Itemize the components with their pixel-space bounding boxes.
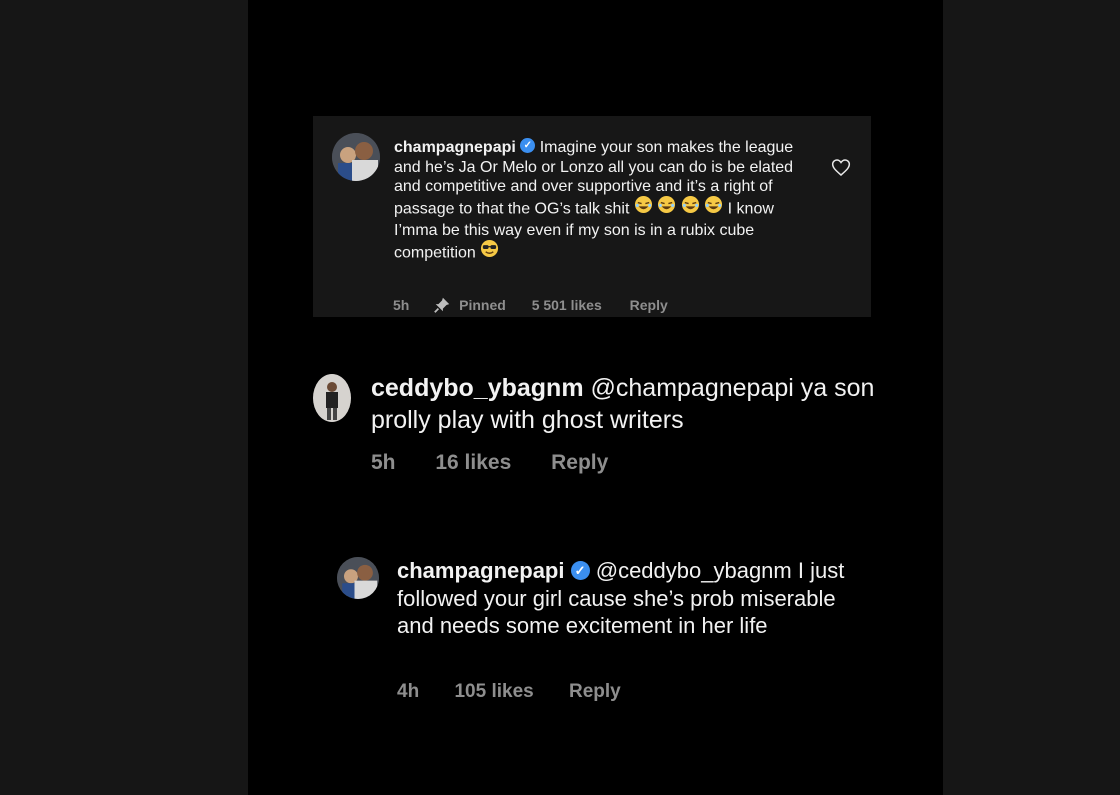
reply-button[interactable]: Reply	[551, 451, 608, 474]
comment-likes[interactable]: 5 501 likes	[532, 297, 602, 313]
pin-icon	[433, 296, 451, 317]
laughing-emoji-icon	[704, 195, 723, 220]
comment-username[interactable]: ceddybo_ybagnm	[371, 374, 584, 402]
pinned-comment-meta: 5h Pinned 5 501 likes Reply	[393, 296, 668, 317]
pinned-label: Pinned	[459, 297, 506, 314]
comment-meta: 5h 16 likes Reply	[371, 451, 608, 475]
verified-badge-icon: ✓	[570, 560, 590, 580]
reply-comment-meta: 4h 105 likes Reply	[397, 681, 621, 703]
comment-body: ceddybo_ybagnm @champagnepapi ya son pro…	[371, 373, 891, 437]
comment-username[interactable]: champagnepapi	[397, 558, 564, 583]
laughing-emoji-icon	[657, 195, 676, 220]
sunglasses-emoji-icon	[480, 239, 499, 264]
verified-badge-icon: ✓	[520, 138, 536, 154]
avatar[interactable]	[313, 374, 351, 422]
left-backdrop	[0, 0, 248, 795]
comment-likes[interactable]: 105 likes	[454, 681, 533, 702]
avatar-image	[332, 133, 380, 181]
pinned-comment-body: champagnepapi ✓ Imagine your son makes t…	[394, 138, 794, 265]
comment-time: 5h	[371, 451, 396, 474]
avatar-image	[337, 557, 379, 599]
laughing-emoji-icon	[634, 195, 653, 220]
right-backdrop	[943, 0, 1120, 795]
avatar[interactable]	[337, 557, 379, 599]
comment-username[interactable]: champagnepapi	[394, 139, 516, 156]
heart-icon[interactable]	[831, 158, 851, 182]
avatar-image	[313, 374, 351, 422]
reply-comment-body: champagnepapi ✓ @ceddybo_ybagnm I just f…	[397, 557, 877, 640]
laughing-emoji-icon	[681, 195, 700, 220]
avatar[interactable]	[332, 133, 380, 181]
comment-time: 5h	[393, 297, 410, 314]
comment-likes[interactable]: 16 likes	[435, 451, 511, 474]
reply-button[interactable]: Reply	[630, 297, 668, 313]
comment-time: 4h	[397, 681, 420, 702]
reply-button[interactable]: Reply	[569, 681, 621, 702]
